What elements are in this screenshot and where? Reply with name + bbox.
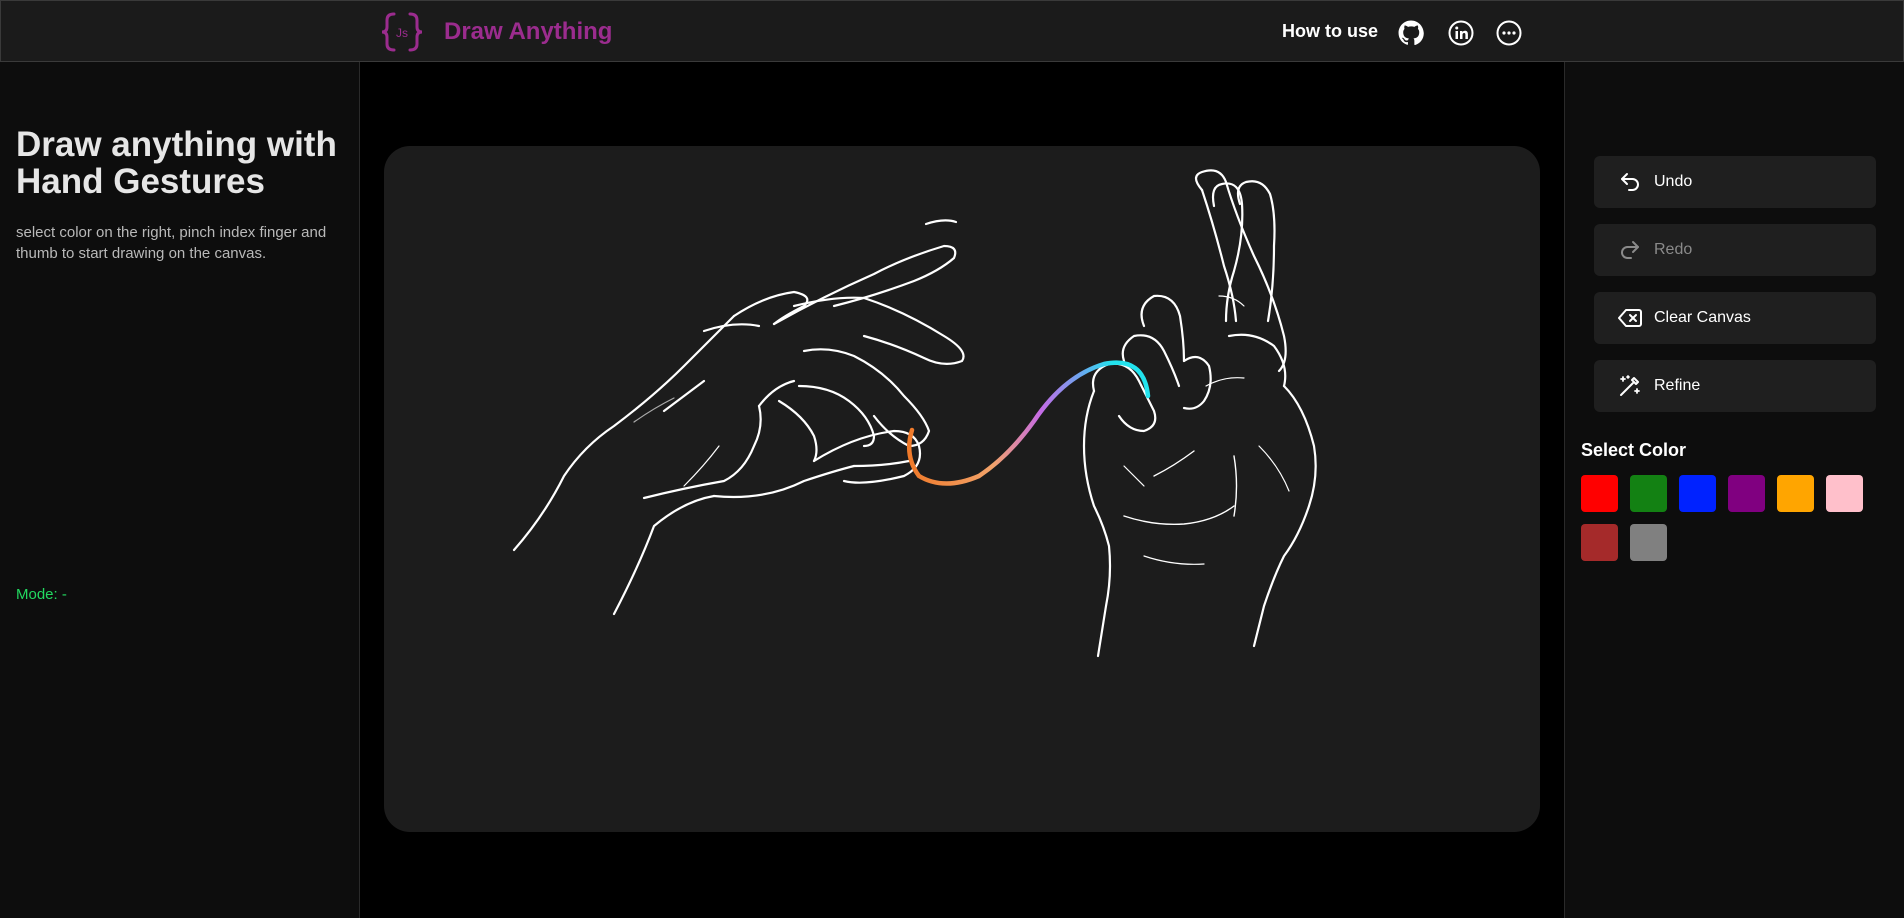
clear-canvas-button[interactable]: Clear Canvas (1594, 292, 1876, 344)
logo-text: Js (396, 26, 408, 40)
mode-status: Mode: - (16, 586, 67, 603)
color-swatch[interactable] (1777, 475, 1814, 512)
clear-icon (1618, 309, 1642, 327)
hands-illustration (512, 169, 1317, 658)
how-to-use-link[interactable]: How to use (1282, 21, 1378, 42)
undo-icon (1621, 173, 1639, 191)
page-title: Draw anything with Hand Gestures (16, 125, 337, 201)
color-swatch[interactable] (1728, 475, 1765, 512)
color-swatch[interactable] (1581, 524, 1618, 561)
redo-icon (1621, 241, 1639, 259)
redo-label: Redo (1654, 241, 1693, 258)
top-header: Js Draw Anything How to use (0, 0, 1904, 62)
more-icon[interactable] (1496, 20, 1522, 46)
brand-title[interactable]: Draw Anything (444, 18, 612, 46)
refine-button[interactable]: Refine (1594, 360, 1876, 412)
left-panel: Draw anything with Hand Gestures select … (0, 62, 360, 918)
right-panel: Undo Redo Clear Canvas Refine Select Col… (1564, 62, 1904, 918)
js-logo-icon[interactable]: Js (380, 11, 424, 53)
color-swatch[interactable] (1826, 475, 1863, 512)
select-color-title: Select Color (1581, 440, 1687, 460)
color-swatch[interactable] (1630, 475, 1667, 512)
redo-button[interactable]: Redo (1594, 224, 1876, 276)
drawing-canvas[interactable] (384, 146, 1540, 832)
color-swatch[interactable] (1581, 475, 1618, 512)
github-icon[interactable] (1398, 20, 1424, 46)
clear-label: Clear Canvas (1654, 309, 1751, 326)
magic-wand-icon (1620, 375, 1640, 396)
refine-label: Refine (1654, 377, 1701, 394)
undo-label: Undo (1654, 173, 1693, 190)
drawn-stroke (906, 360, 1151, 486)
color-swatch[interactable] (1679, 475, 1716, 512)
instructions-text: select color on the right, pinch index f… (16, 224, 327, 262)
color-swatch[interactable] (1630, 524, 1667, 561)
undo-button[interactable]: Undo (1594, 156, 1876, 208)
linkedin-icon[interactable] (1448, 20, 1474, 46)
